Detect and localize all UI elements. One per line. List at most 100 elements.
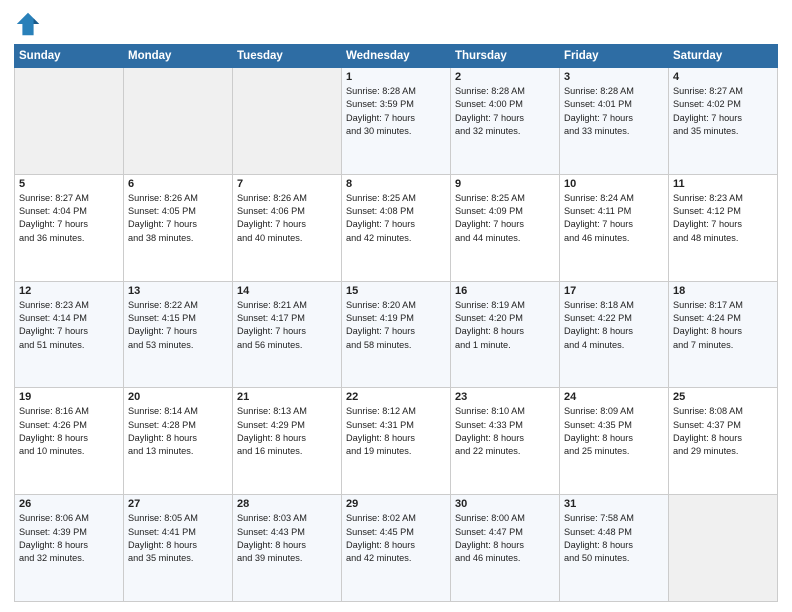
day-info: Sunrise: 8:10 AM Sunset: 4:33 PM Dayligh… (455, 405, 555, 458)
day-info: Sunrise: 7:58 AM Sunset: 4:48 PM Dayligh… (564, 512, 664, 565)
day-header-friday: Friday (560, 45, 669, 68)
calendar-cell (124, 68, 233, 175)
day-number: 5 (19, 178, 119, 190)
day-number: 12 (19, 285, 119, 297)
calendar-cell: 21 Sunrise: 8:13 AM Sunset: 4:29 PM Dayli… (233, 388, 342, 495)
day-info: Sunrise: 8:24 AM Sunset: 4:11 PM Dayligh… (564, 192, 664, 245)
day-info: Sunrise: 8:19 AM Sunset: 4:20 PM Dayligh… (455, 299, 555, 352)
day-info: Sunrise: 8:13 AM Sunset: 4:29 PM Dayligh… (237, 405, 337, 458)
day-number: 4 (673, 71, 773, 83)
day-info: Sunrise: 8:23 AM Sunset: 4:14 PM Dayligh… (19, 299, 119, 352)
day-info: Sunrise: 8:27 AM Sunset: 4:04 PM Dayligh… (19, 192, 119, 245)
day-info: Sunrise: 8:26 AM Sunset: 4:06 PM Dayligh… (237, 192, 337, 245)
day-number: 6 (128, 178, 228, 190)
day-number: 16 (455, 285, 555, 297)
day-info: Sunrise: 8:21 AM Sunset: 4:17 PM Dayligh… (237, 299, 337, 352)
day-number: 2 (455, 71, 555, 83)
calendar-cell: 22 Sunrise: 8:12 AM Sunset: 4:31 PM Dayli… (342, 388, 451, 495)
calendar-week-2: 5 Sunrise: 8:27 AM Sunset: 4:04 PM Daylig… (15, 174, 778, 281)
day-info: Sunrise: 8:25 AM Sunset: 4:09 PM Dayligh… (455, 192, 555, 245)
header (14, 10, 778, 38)
calendar-cell: 14 Sunrise: 8:21 AM Sunset: 4:17 PM Dayli… (233, 281, 342, 388)
day-info: Sunrise: 8:17 AM Sunset: 4:24 PM Dayligh… (673, 299, 773, 352)
calendar-cell: 8 Sunrise: 8:25 AM Sunset: 4:08 PM Daylig… (342, 174, 451, 281)
calendar-cell: 27 Sunrise: 8:05 AM Sunset: 4:41 PM Dayli… (124, 495, 233, 602)
day-number: 26 (19, 498, 119, 510)
day-header-sunday: Sunday (15, 45, 124, 68)
day-info: Sunrise: 8:23 AM Sunset: 4:12 PM Dayligh… (673, 192, 773, 245)
day-info: Sunrise: 8:28 AM Sunset: 4:00 PM Dayligh… (455, 85, 555, 138)
day-header-thursday: Thursday (451, 45, 560, 68)
day-info: Sunrise: 8:05 AM Sunset: 4:41 PM Dayligh… (128, 512, 228, 565)
day-number: 13 (128, 285, 228, 297)
day-header-wednesday: Wednesday (342, 45, 451, 68)
day-number: 21 (237, 391, 337, 403)
days-header-row: SundayMondayTuesdayWednesdayThursdayFrid… (15, 45, 778, 68)
calendar-week-1: 1 Sunrise: 8:28 AM Sunset: 3:59 PM Daylig… (15, 68, 778, 175)
calendar-cell: 16 Sunrise: 8:19 AM Sunset: 4:20 PM Dayli… (451, 281, 560, 388)
calendar-cell (669, 495, 778, 602)
calendar-cell: 4 Sunrise: 8:27 AM Sunset: 4:02 PM Daylig… (669, 68, 778, 175)
calendar-cell: 2 Sunrise: 8:28 AM Sunset: 4:00 PM Daylig… (451, 68, 560, 175)
calendar-cell: 10 Sunrise: 8:24 AM Sunset: 4:11 PM Dayli… (560, 174, 669, 281)
day-info: Sunrise: 8:09 AM Sunset: 4:35 PM Dayligh… (564, 405, 664, 458)
day-number: 15 (346, 285, 446, 297)
day-number: 9 (455, 178, 555, 190)
calendar-cell (15, 68, 124, 175)
calendar-cell: 9 Sunrise: 8:25 AM Sunset: 4:09 PM Daylig… (451, 174, 560, 281)
day-number: 7 (237, 178, 337, 190)
day-info: Sunrise: 8:12 AM Sunset: 4:31 PM Dayligh… (346, 405, 446, 458)
day-info: Sunrise: 8:25 AM Sunset: 4:08 PM Dayligh… (346, 192, 446, 245)
calendar-cell: 15 Sunrise: 8:20 AM Sunset: 4:19 PM Dayli… (342, 281, 451, 388)
day-number: 17 (564, 285, 664, 297)
day-number: 23 (455, 391, 555, 403)
day-info: Sunrise: 8:00 AM Sunset: 4:47 PM Dayligh… (455, 512, 555, 565)
page: SundayMondayTuesdayWednesdayThursdayFrid… (0, 0, 792, 612)
calendar-cell: 12 Sunrise: 8:23 AM Sunset: 4:14 PM Dayli… (15, 281, 124, 388)
calendar-cell: 20Sunrise: 8:14 AM Sunset: 4:28 PM Dayli… (124, 388, 233, 495)
day-info: Sunrise: 8:08 AM Sunset: 4:37 PM Dayligh… (673, 405, 773, 458)
calendar-cell: 1 Sunrise: 8:28 AM Sunset: 3:59 PM Daylig… (342, 68, 451, 175)
calendar-cell: 18 Sunrise: 8:17 AM Sunset: 4:24 PM Dayli… (669, 281, 778, 388)
calendar-cell: 13 Sunrise: 8:22 AM Sunset: 4:15 PM Dayli… (124, 281, 233, 388)
day-number: 30 (455, 498, 555, 510)
day-number: 14 (237, 285, 337, 297)
day-number: 25 (673, 391, 773, 403)
calendar-week-3: 12 Sunrise: 8:23 AM Sunset: 4:14 PM Dayli… (15, 281, 778, 388)
calendar-week-5: 26 Sunrise: 8:06 AM Sunset: 4:39 PM Dayli… (15, 495, 778, 602)
day-info: Sunrise: 8:06 AM Sunset: 4:39 PM Dayligh… (19, 512, 119, 565)
day-number: 29 (346, 498, 446, 510)
day-number: 10 (564, 178, 664, 190)
day-number: 11 (673, 178, 773, 190)
day-info: Sunrise: 8:14 AM Sunset: 4:28 PM Dayligh… (128, 405, 228, 458)
calendar-cell (233, 68, 342, 175)
calendar-cell: 3 Sunrise: 8:28 AM Sunset: 4:01 PM Daylig… (560, 68, 669, 175)
logo-icon (14, 10, 42, 38)
day-number: 3 (564, 71, 664, 83)
calendar-table: SundayMondayTuesdayWednesdayThursdayFrid… (14, 44, 778, 602)
day-info: Sunrise: 8:27 AM Sunset: 4:02 PM Dayligh… (673, 85, 773, 138)
day-number: 8 (346, 178, 446, 190)
day-info: Sunrise: 8:28 AM Sunset: 4:01 PM Dayligh… (564, 85, 664, 138)
day-info: Sunrise: 8:26 AM Sunset: 4:05 PM Dayligh… (128, 192, 228, 245)
calendar-cell: 28Sunrise: 8:03 AM Sunset: 4:43 PM Dayli… (233, 495, 342, 602)
logo (14, 10, 44, 38)
day-header-saturday: Saturday (669, 45, 778, 68)
day-number: 18 (673, 285, 773, 297)
day-info: Sunrise: 8:20 AM Sunset: 4:19 PM Dayligh… (346, 299, 446, 352)
day-number: 1 (346, 71, 446, 83)
day-info: Sunrise: 8:22 AM Sunset: 4:15 PM Dayligh… (128, 299, 228, 352)
day-number: 31 (564, 498, 664, 510)
day-info: Sunrise: 8:18 AM Sunset: 4:22 PM Dayligh… (564, 299, 664, 352)
day-header-monday: Monday (124, 45, 233, 68)
day-info: Sunrise: 8:28 AM Sunset: 3:59 PM Dayligh… (346, 85, 446, 138)
day-number: 27 (128, 498, 228, 510)
calendar-cell: 26 Sunrise: 8:06 AM Sunset: 4:39 PM Dayli… (15, 495, 124, 602)
calendar-cell: 30 Sunrise: 8:00 AM Sunset: 4:47 PM Dayli… (451, 495, 560, 602)
calendar-cell: 29 Sunrise: 8:02 AM Sunset: 4:45 PM Dayli… (342, 495, 451, 602)
day-number: 22 (346, 391, 446, 403)
calendar-cell: 6 Sunrise: 8:26 AM Sunset: 4:05 PM Daylig… (124, 174, 233, 281)
calendar-cell: 24Sunrise: 8:09 AM Sunset: 4:35 PM Dayli… (560, 388, 669, 495)
day-info: Sunrise: 8:02 AM Sunset: 4:45 PM Dayligh… (346, 512, 446, 565)
calendar-cell: 5 Sunrise: 8:27 AM Sunset: 4:04 PM Daylig… (15, 174, 124, 281)
